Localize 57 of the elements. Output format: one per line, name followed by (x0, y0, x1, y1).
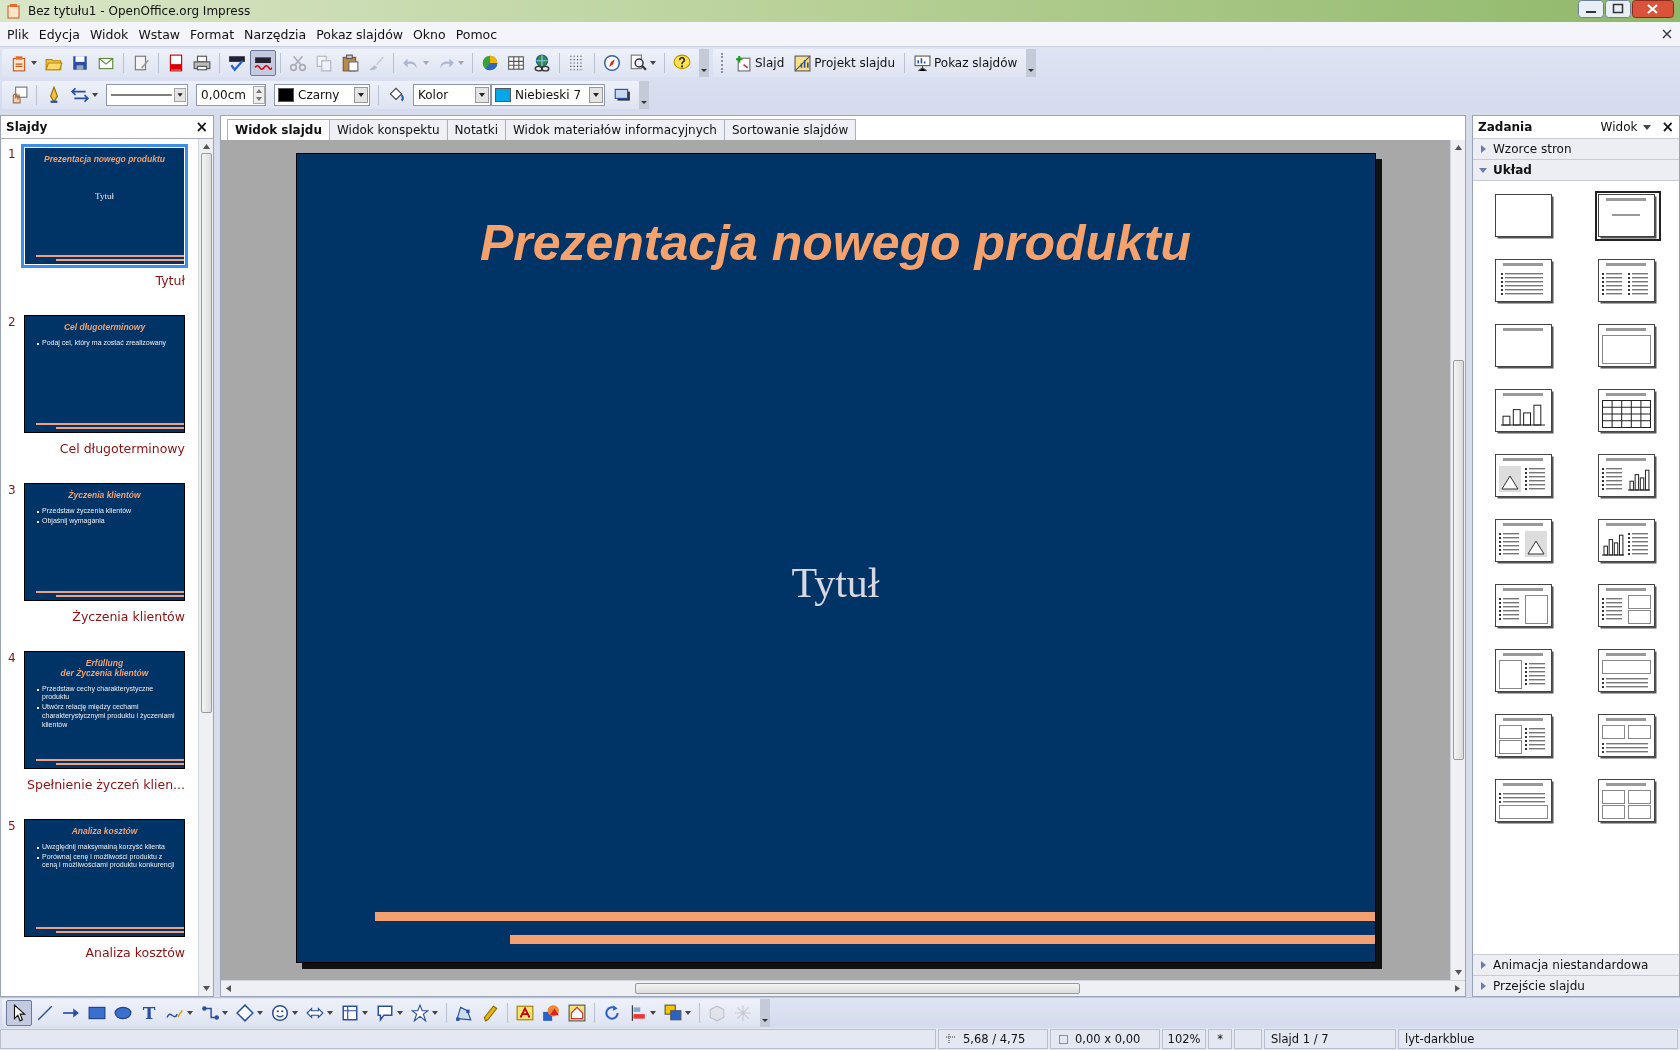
area-style-dropdown[interactable]: Kolor (413, 84, 491, 106)
slide-thumbnail[interactable]: Prezentacja nowego produktu Tytuł (24, 147, 185, 265)
slide-number: 5 (7, 819, 17, 835)
slide-title: Erfüllung der Życzenia klientów (59, 659, 150, 679)
close-panel-button[interactable]: × (1661, 119, 1674, 135)
view-tab[interactable]: Widok konspektu (328, 119, 448, 140)
slide-title: Prezentacja nowego produktu (478, 214, 1193, 272)
slide-name: Cel długoterminowy (59, 441, 185, 456)
zoom-field[interactable]: 102% (1162, 1029, 1206, 1049)
panel-title: Zadania (1478, 120, 1533, 134)
view-tab[interactable]: Widok materiałów informacyjnych (504, 119, 725, 140)
new-slide-button[interactable]: Slajd (730, 52, 790, 74)
slide-name: Analiza kosztów (85, 945, 185, 960)
panel-title: Slajdy (6, 120, 48, 134)
slide-name: Tytuł (155, 273, 185, 288)
section-header[interactable]: Przejście slajdu (1473, 975, 1679, 996)
menu-item[interactable]: Edycja (33, 26, 85, 42)
menu-item[interactable]: Okno (408, 26, 451, 42)
menu-item[interactable]: Pokaz slajdów (311, 26, 409, 42)
slide-number: 3 (7, 483, 17, 499)
window-title: Bez tytułu1 - OpenOffice.org Impress (28, 4, 251, 18)
close-panel-button[interactable]: × (195, 119, 208, 135)
slide-counter: Slajd 1 / 7 (1264, 1029, 1396, 1049)
slide-subtitle: Tytuł (94, 190, 115, 201)
presentation-screen-button[interactable]: Pokaz slajdów (909, 52, 1023, 74)
slide-number: 1 (7, 147, 17, 163)
menu-item[interactable]: Wstaw (133, 26, 186, 42)
menu-item[interactable]: Plik (2, 26, 34, 42)
position-field: 5,68 / 4,75 (938, 1029, 1048, 1049)
design-name: lyt-darkblue (1398, 1029, 1678, 1049)
view-tab[interactable]: Widok slajdu (227, 119, 330, 140)
view-menu-button[interactable]: Widok (1600, 120, 1652, 134)
slide-number: 4 (7, 651, 17, 667)
section-header[interactable]: Wzorce stron (1473, 138, 1679, 159)
slide-title: Prezentacja nowego produktu (43, 155, 166, 165)
slide-subtitle: Tytuł (790, 559, 881, 607)
menu-item[interactable]: Pomoc (450, 26, 503, 42)
slide-title: Życzenia klientów (67, 491, 142, 501)
menu-item[interactable]: Narzędzia (239, 26, 312, 42)
menu-item[interactable]: Format (185, 26, 240, 42)
line-width-spinner[interactable]: 0,00cm (196, 84, 266, 106)
slide-title: Cel długoterminowy (62, 323, 147, 333)
view-tab[interactable]: Notatki (446, 119, 506, 140)
section-header[interactable]: Układ (1473, 159, 1679, 180)
slide-name: Życzenia klientów (72, 609, 185, 624)
view-tab[interactable]: Sortowanie slajdów (724, 119, 857, 140)
slide-name: Spełnienie życzeń klien... (27, 777, 185, 792)
text-tool-button[interactable]: T (136, 1000, 162, 1026)
modified-indicator: * (1208, 1029, 1232, 1049)
menu-item[interactable]: Widok (85, 26, 134, 42)
size-field: 0,00 x 0,00 (1050, 1029, 1160, 1049)
fill-color-dropdown[interactable]: Niebieski 7 (491, 84, 605, 106)
line-color-dropdown[interactable]: Czarny (274, 84, 370, 106)
section-header[interactable]: Animacja niestandardowa (1473, 954, 1679, 975)
slide-title: Analiza kosztów (70, 827, 139, 837)
slide-design-button[interactable]: Projekt slajdu (789, 52, 900, 74)
slide-number: 2 (7, 315, 17, 331)
